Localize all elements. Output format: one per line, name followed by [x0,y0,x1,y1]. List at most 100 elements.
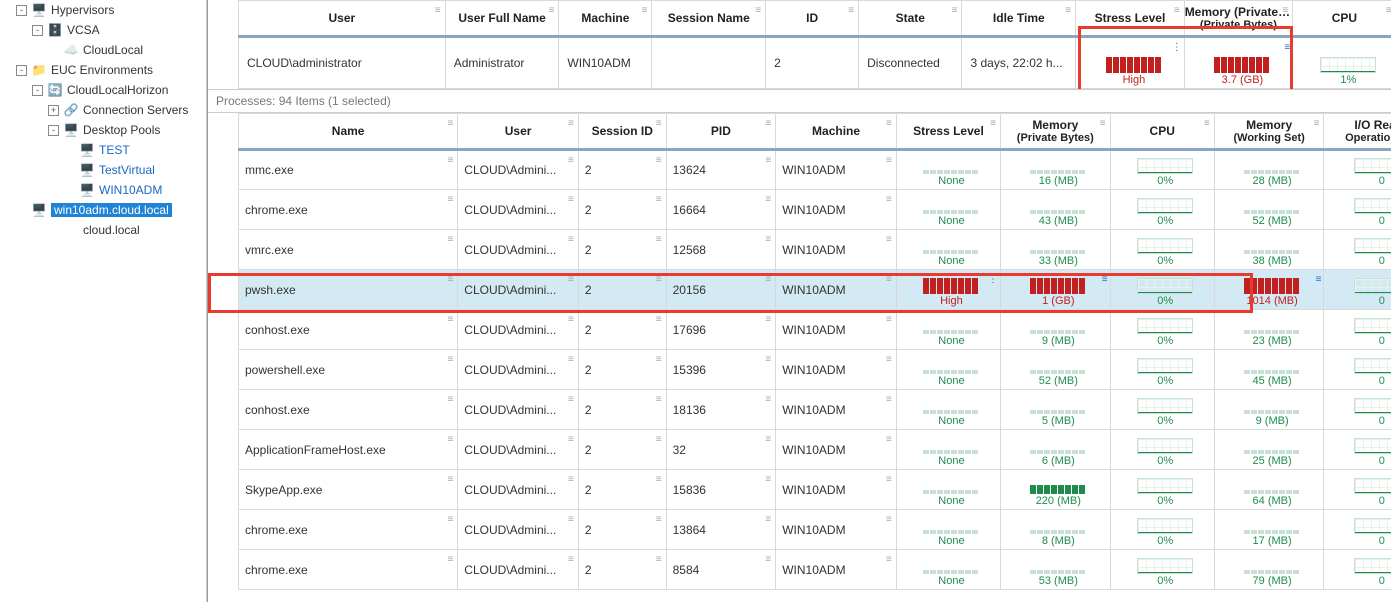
session-row[interactable]: CLOUD\administratorAdministratorWIN10ADM… [239,37,1391,89]
sessions-header-7[interactable]: Stress Level≡ [1076,1,1185,37]
cell-menu-icon[interactable]: ≡ [656,314,662,325]
cell-menu-icon[interactable]: ≡ [568,354,574,365]
cell-menu-icon[interactable]: ≡ [568,274,574,285]
cell-menu-icon[interactable]: ≡ [886,194,892,205]
tree-node-testvirtual[interactable]: 🖥️TestVirtual [0,160,206,180]
column-menu-icon[interactable]: ≡ [1174,5,1180,16]
sessions-header-4[interactable]: ID≡ [766,1,859,37]
metric-menu-icon[interactable]: ⋮ [1172,42,1182,53]
column-menu-icon[interactable]: ≡ [549,5,555,16]
cell-menu-icon[interactable]: ≡ [568,434,574,445]
cell-menu-icon[interactable]: ≡ [765,194,771,205]
process-row[interactable]: conhost.exe≡CLOUD\Admini...≡2≡18136≡WIN1… [239,390,1391,430]
cell-menu-icon[interactable]: ≡ [656,155,662,166]
processes-header-2[interactable]: Session ID≡ [578,114,666,150]
column-menu-icon[interactable]: ≡ [1314,118,1320,129]
tree-node-vcsa[interactable]: -🗄️VCSA [0,20,206,40]
process-row[interactable]: ApplicationFrameHost.exe≡CLOUD\Admini...… [239,430,1391,470]
process-row[interactable]: SkypeApp.exe≡CLOUD\Admini...≡2≡15836≡WIN… [239,470,1391,510]
tree-toggle-icon[interactable]: - [48,125,59,136]
column-menu-icon[interactable]: ≡ [952,5,958,16]
tree-node-desktop-pools[interactable]: -🖥️Desktop Pools [0,120,206,140]
column-menu-icon[interactable]: ≡ [656,118,662,129]
cell-menu-icon[interactable]: ≡ [765,394,771,405]
sessions-header-3[interactable]: Session Name≡ [652,1,766,37]
column-menu-icon[interactable]: ≡ [642,5,648,16]
processes-header-9[interactable]: I/O ReadOperations/s≡ [1324,114,1391,150]
cell-menu-icon[interactable]: ≡ [447,434,453,445]
sessions-header-1[interactable]: User Full Name≡ [445,1,559,37]
sessions-header-5[interactable]: State≡ [859,1,962,37]
cell-menu-icon[interactable]: ≡ [886,354,892,365]
cell-menu-icon[interactable]: ≡ [765,234,771,245]
column-menu-icon[interactable]: ≡ [765,118,771,129]
cell-menu-icon[interactable]: ≡ [656,514,662,525]
column-menu-icon[interactable]: ≡ [1204,118,1210,129]
processes-header-5[interactable]: Stress Level≡ [896,114,1000,150]
cell-menu-icon[interactable]: ≡ [886,474,892,485]
cell-menu-icon[interactable]: ≡ [765,354,771,365]
column-menu-icon[interactable]: ≡ [1065,5,1071,16]
cell-menu-icon[interactable]: ≡ [656,274,662,285]
tree-node-hypervisors[interactable]: -🖥️Hypervisors [0,0,206,20]
cell-menu-icon[interactable]: ≡ [447,234,453,245]
column-menu-icon[interactable]: ≡ [435,5,441,16]
process-row[interactable]: vmrc.exe≡CLOUD\Admini...≡2≡12568≡WIN10AD… [239,230,1391,270]
processes-header-0[interactable]: Name≡ [239,114,458,150]
cell-menu-icon[interactable]: ≡ [886,434,892,445]
processes-header-1[interactable]: User≡ [458,114,579,150]
column-menu-icon[interactable]: ≡ [848,5,854,16]
metric-menu-icon[interactable]: ≡ [1316,274,1322,285]
processes-header-3[interactable]: PID≡ [666,114,776,150]
cell-menu-icon[interactable]: ≡ [765,514,771,525]
cell-menu-icon[interactable]: ≡ [447,314,453,325]
cell-menu-icon[interactable]: ≡ [886,394,892,405]
cell-menu-icon[interactable]: ≡ [447,274,453,285]
cell-menu-icon[interactable]: ≡ [447,554,453,565]
tree-toggle-icon[interactable]: - [32,85,43,96]
cell-menu-icon[interactable]: ≡ [765,314,771,325]
column-menu-icon[interactable]: ≡ [990,118,996,129]
cell-menu-icon[interactable]: ≡ [447,514,453,525]
process-row[interactable]: mmc.exe≡CLOUD\Admini...≡2≡13624≡WIN10ADM… [239,150,1391,190]
sessions-header-6[interactable]: Idle Time≡ [962,1,1076,37]
tree-node-cloudlocalhorizon[interactable]: -🔄CloudLocalHorizon [0,80,206,100]
tree-node-connection-servers[interactable]: +🔗Connection Servers [0,100,206,120]
cell-menu-icon[interactable]: ≡ [568,314,574,325]
process-row[interactable]: chrome.exe≡CLOUD\Admini...≡2≡13864≡WIN10… [239,510,1391,550]
column-menu-icon[interactable]: ≡ [568,118,574,129]
tree-toggle-icon[interactable]: - [16,65,27,76]
cell-menu-icon[interactable]: ≡ [656,434,662,445]
cell-menu-icon[interactable]: ≡ [568,155,574,166]
tree-toggle-icon[interactable]: - [16,5,27,16]
nav-tree[interactable]: -🖥️Hypervisors-🗄️VCSA☁️CloudLocal-📁EUC E… [0,0,207,602]
cell-menu-icon[interactable]: ≡ [886,514,892,525]
metric-menu-icon[interactable]: ≡ [1102,274,1108,285]
column-menu-icon[interactable]: ≡ [1282,5,1288,16]
cell-menu-icon[interactable]: ≡ [765,474,771,485]
column-menu-icon[interactable]: ≡ [447,118,453,129]
cell-menu-icon[interactable]: ≡ [886,234,892,245]
tree-node-cloudlocal[interactable]: ☁️CloudLocal [0,40,206,60]
tree-node-win10adm-cloud-local[interactable]: 🖥️win10adm.cloud.local [0,200,206,220]
process-row[interactable]: conhost.exe≡CLOUD\Admini...≡2≡17696≡WIN1… [239,310,1391,350]
cell-menu-icon[interactable]: ≡ [656,554,662,565]
cell-menu-icon[interactable]: ≡ [656,194,662,205]
column-menu-icon[interactable]: ≡ [1386,5,1391,16]
cell-menu-icon[interactable]: ≡ [886,274,892,285]
sessions-header-9[interactable]: CPU≡ [1293,1,1391,37]
tree-node-win10adm[interactable]: 🖥️WIN10ADM [0,180,206,200]
processes-header-6[interactable]: Memory(Private Bytes)≡ [1001,114,1111,150]
processes-header-4[interactable]: Machine≡ [776,114,897,150]
cell-menu-icon[interactable]: ≡ [656,354,662,365]
cell-menu-icon[interactable]: ≡ [765,155,771,166]
process-row[interactable]: powershell.exe≡CLOUD\Admini...≡2≡15396≡W… [239,350,1391,390]
cell-menu-icon[interactable]: ≡ [656,394,662,405]
column-menu-icon[interactable]: ≡ [886,118,892,129]
column-menu-icon[interactable]: ≡ [755,5,761,16]
cell-menu-icon[interactable]: ≡ [447,394,453,405]
process-row[interactable]: chrome.exe≡CLOUD\Admini...≡2≡8584≡WIN10A… [239,550,1391,590]
tree-toggle-icon[interactable]: + [48,105,59,116]
process-row[interactable]: chrome.exe≡CLOUD\Admini...≡2≡16664≡WIN10… [239,190,1391,230]
cell-menu-icon[interactable]: ≡ [568,394,574,405]
